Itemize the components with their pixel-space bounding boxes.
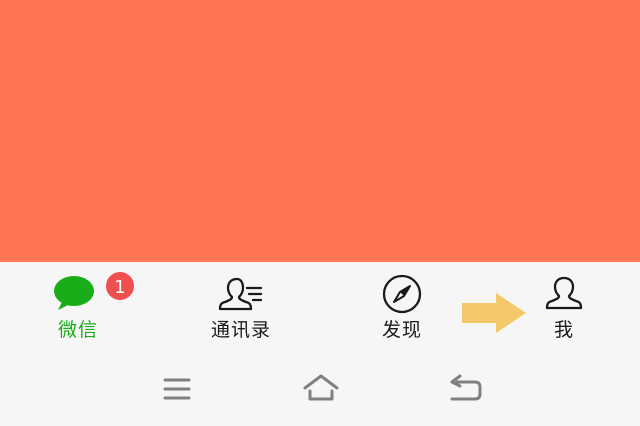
content-area: [0, 0, 640, 262]
tab-discover[interactable]: 发现: [342, 262, 462, 354]
system-navigation-bar: [0, 354, 640, 426]
hint-arrow-icon: [462, 293, 526, 337]
tab-label: 通讯录: [210, 319, 271, 341]
contacts-icon: [217, 274, 265, 316]
tab-label: 微信: [57, 319, 98, 341]
unread-badge: 1: [104, 270, 136, 302]
bottom-tab-bar: 1 微信 通讯录 发现 我: [0, 262, 640, 354]
tab-label: 发现: [381, 319, 422, 341]
chat-bubbles-icon: [54, 272, 102, 316]
menu-icon[interactable]: [160, 368, 194, 412]
home-icon[interactable]: [302, 368, 340, 412]
tab-chats[interactable]: 1 微信: [18, 262, 138, 354]
person-icon: [544, 274, 584, 316]
compass-icon: [382, 274, 422, 318]
back-icon[interactable]: [447, 368, 485, 412]
tab-contacts[interactable]: 通讯录: [181, 262, 301, 354]
